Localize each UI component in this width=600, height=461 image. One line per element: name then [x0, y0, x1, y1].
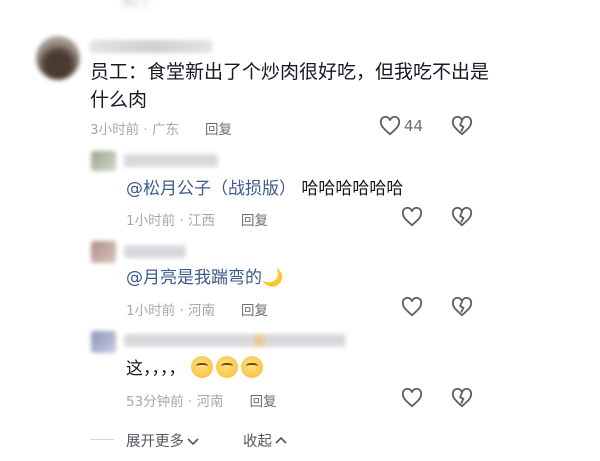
- comment-text: 员工：食堂新出了个炒肉很好吃，但我吃不出是什么肉: [90, 61, 490, 111]
- reply-button[interactable]: 回复: [250, 394, 277, 410]
- username[interactable]: [90, 40, 212, 53]
- crying-emoji: [240, 356, 263, 378]
- reply-body: 哈哈哈哈哈哈: [296, 179, 404, 199]
- reply-button[interactable]: 回复: [241, 213, 268, 229]
- heart-icon[interactable]: [379, 116, 401, 136]
- comment-time: 3小时前 · 广东: [90, 122, 179, 138]
- crying-emoji: [215, 356, 238, 378]
- reply-username[interactable]: [124, 245, 186, 258]
- crying-emoji: [190, 356, 213, 378]
- dislike-heart-icon[interactable]: [451, 388, 473, 408]
- top-blurred-text: 热门: [122, 0, 149, 10]
- reply-body: 这，，，，: [126, 359, 186, 379]
- reply-button[interactable]: 回复: [205, 122, 232, 138]
- heart-icon[interactable]: [401, 297, 423, 317]
- chevron-down-icon: [187, 437, 199, 445]
- reply-avatar[interactable]: [91, 151, 116, 171]
- reply-time: 1小时前 · 河南: [126, 303, 215, 319]
- reply-text: @松月公子（战损版） 哈哈哈哈哈哈: [126, 175, 403, 203]
- reply-username[interactable]: [124, 154, 218, 167]
- collapse-button[interactable]: 收起: [243, 430, 287, 451]
- reply-text: 这，，，，: [126, 355, 266, 383]
- collapse-label: 收起: [243, 434, 272, 450]
- reply-button[interactable]: 回复: [241, 303, 268, 319]
- expand-more-label: 展开更多: [126, 434, 184, 450]
- mention-link[interactable]: @月亮是我踹弯的: [126, 268, 262, 288]
- dislike-heart-icon[interactable]: [451, 297, 473, 317]
- reply-username[interactable]: [124, 334, 346, 347]
- reply-avatar[interactable]: [91, 241, 116, 263]
- reply-time: 1小时前 · 江西: [126, 213, 215, 229]
- reply-text: @月亮是我踹弯的🌙: [126, 264, 283, 292]
- chevron-up-icon: [275, 436, 287, 444]
- dislike-heart-icon[interactable]: [451, 116, 473, 136]
- reply-meta: 53分钟前 · 河南 回复: [126, 390, 277, 410]
- reply-time: 53分钟前 · 河南: [126, 394, 224, 410]
- reply-meta: 1小时前 · 江西 回复: [126, 209, 268, 229]
- reply-avatar[interactable]: [91, 331, 116, 353]
- like-count: 44: [404, 117, 424, 135]
- expand-more-button[interactable]: 展开更多: [126, 430, 199, 451]
- dislike-heart-icon[interactable]: [451, 207, 473, 227]
- mention-link[interactable]: @松月公子（战损版）: [126, 179, 296, 199]
- moon-emoji: 🌙: [262, 268, 284, 288]
- comment-meta: 3小时前 · 广东 回复: [90, 118, 232, 138]
- reply-meta: 1小时前 · 河南 回复: [126, 299, 268, 319]
- heart-icon[interactable]: [401, 207, 423, 227]
- avatar[interactable]: [36, 36, 80, 80]
- divider: [90, 439, 114, 440]
- heart-icon[interactable]: [401, 388, 423, 408]
